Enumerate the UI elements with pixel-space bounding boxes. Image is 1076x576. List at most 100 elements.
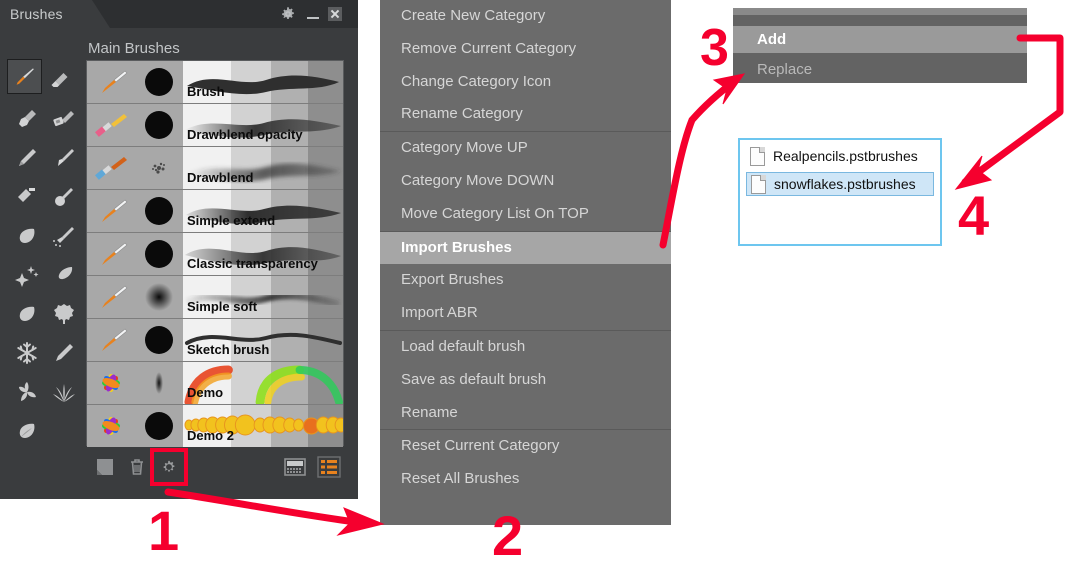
menu-item-save-as-default-brush[interactable]: Save as default brush bbox=[380, 364, 671, 397]
brush-row[interactable]: Demo 2 bbox=[87, 405, 343, 447]
file-list-item-selected[interactable]: snowflakes.pstbrushes bbox=[746, 172, 934, 196]
tool-eraser-icon[interactable] bbox=[41, 60, 78, 99]
menu-item-rename[interactable]: Rename bbox=[380, 397, 671, 430]
brush-icon-flat-brush-2 bbox=[87, 147, 135, 189]
menu-item-rename-category[interactable]: Rename Category bbox=[380, 98, 671, 131]
brush-tip-preview bbox=[135, 190, 183, 232]
tool-round-dab-icon[interactable] bbox=[45, 177, 82, 216]
brush-row[interactable]: Demo bbox=[87, 362, 343, 405]
tool-pencil-2-icon[interactable] bbox=[45, 333, 82, 372]
tool-feather-brush-icon[interactable] bbox=[45, 255, 82, 294]
brush-tip-preview bbox=[135, 319, 183, 361]
tool-paintbrush-icon[interactable] bbox=[7, 59, 42, 94]
titlebar-gear-icon[interactable] bbox=[280, 6, 296, 22]
tool-flat-brush-icon[interactable] bbox=[45, 99, 82, 138]
brush-name: Classic transparency bbox=[187, 256, 318, 271]
brush-tip-preview bbox=[135, 233, 183, 275]
brush-row[interactable]: Simple soft bbox=[87, 276, 343, 319]
brush-tip-preview bbox=[135, 362, 183, 404]
brush-tip-preview bbox=[135, 147, 183, 189]
menu-item-category-move-up[interactable]: Category Move UP bbox=[380, 132, 671, 165]
annotation-number-2: 2 bbox=[492, 504, 524, 567]
brush-name: Simple soft bbox=[187, 299, 258, 314]
brush-row[interactable]: Sketch brush bbox=[87, 319, 343, 362]
brush-tip-preview bbox=[135, 405, 183, 447]
tool-fan-brush-icon[interactable] bbox=[8, 99, 45, 138]
document-icon bbox=[750, 146, 765, 166]
brush-icon-paintbrush bbox=[87, 276, 135, 318]
tool-spray-can-icon[interactable] bbox=[45, 216, 82, 255]
menu-item-reset-current-category[interactable]: Reset Current Category bbox=[380, 430, 671, 463]
brush-icon-paintbrush bbox=[87, 190, 135, 232]
tool-empty-slot bbox=[45, 411, 82, 450]
tool-tree-icon[interactable] bbox=[45, 294, 82, 333]
menu-item-reset-all-brushes[interactable]: Reset All Brushes bbox=[380, 463, 671, 496]
tool-pen-nib-icon[interactable] bbox=[45, 138, 82, 177]
brush-tip-preview bbox=[135, 276, 183, 318]
brush-tip-preview bbox=[135, 104, 183, 146]
tool-paint-roller-icon[interactable] bbox=[8, 177, 45, 216]
annotation-number-4: 4 bbox=[958, 184, 990, 247]
menu-item-export-brushes[interactable]: Export Brushes bbox=[380, 264, 671, 297]
titlebar-minimize-icon[interactable] bbox=[305, 6, 321, 22]
brush-icon-paintbrush bbox=[87, 319, 135, 361]
brush-name: Simple extend bbox=[187, 213, 276, 228]
trash-icon[interactable] bbox=[122, 452, 152, 482]
annotation-number-3: 3 bbox=[700, 19, 729, 77]
annotation-arrow-3 bbox=[659, 73, 746, 249]
brush-row[interactable]: Drawblend opacity bbox=[87, 104, 343, 147]
main-brushes-label: Main Brushes bbox=[88, 40, 180, 57]
brush-row[interactable]: Drawblend bbox=[87, 147, 343, 190]
gear-highlight-box bbox=[150, 448, 188, 486]
brush-name: Demo 2 bbox=[187, 428, 234, 443]
grid-view-icon[interactable] bbox=[280, 452, 310, 482]
brush-icon-color-star bbox=[87, 362, 135, 404]
submenu-title-strip bbox=[733, 8, 1027, 15]
titlebar-close-icon[interactable] bbox=[327, 6, 343, 22]
submenu-item-replace[interactable]: Replace bbox=[733, 56, 1027, 83]
menu-item-move-category-list-on-top[interactable]: Move Category List On TOP bbox=[380, 198, 671, 231]
annotation-number-1: 1 bbox=[148, 499, 180, 562]
brush-name: Brush bbox=[187, 84, 225, 99]
tool-snowflake-icon[interactable] bbox=[8, 333, 45, 372]
duplicate-icon[interactable] bbox=[90, 452, 120, 482]
tool-icon-column bbox=[7, 59, 82, 450]
tool-leaf-2-icon[interactable] bbox=[8, 294, 45, 333]
add-replace-submenu[interactable]: Add Replace bbox=[733, 8, 1027, 83]
file-dialog[interactable]: Realpencils.pstbrushes snowflakes.pstbru… bbox=[738, 138, 942, 246]
file-name: snowflakes.pstbrushes bbox=[774, 176, 916, 192]
menu-item-create-new-category[interactable]: Create New Category bbox=[380, 0, 671, 33]
panel-titlebar: Brushes bbox=[0, 0, 358, 28]
panel-bottom-toolbar bbox=[86, 448, 344, 488]
tool-leaf-icon[interactable] bbox=[8, 216, 45, 255]
panel-tab-label: Brushes bbox=[10, 6, 63, 22]
menu-item-remove-current-category[interactable]: Remove Current Category bbox=[380, 33, 671, 66]
tool-stars-icon[interactable] bbox=[8, 255, 45, 294]
brush-icon-paintbrush bbox=[87, 233, 135, 275]
panel-tab-slant bbox=[92, 0, 110, 28]
brush-name: Demo bbox=[187, 385, 224, 400]
tool-grass-icon[interactable] bbox=[45, 372, 82, 411]
brush-name: Sketch brush bbox=[187, 342, 270, 357]
menu-item-category-move-down[interactable]: Category Move DOWN bbox=[380, 165, 671, 198]
brush-list[interactable]: Brush Drawblend opacity Drawblend Simple… bbox=[86, 60, 344, 447]
list-view-icon[interactable] bbox=[314, 452, 344, 482]
brush-icon-paintbrush bbox=[87, 61, 135, 103]
brush-row[interactable]: Simple extend bbox=[87, 190, 343, 233]
menu-item-change-category-icon[interactable]: Change Category Icon bbox=[380, 66, 671, 99]
tool-pencil-icon[interactable] bbox=[8, 138, 45, 177]
brush-row[interactable]: Classic transparency bbox=[87, 233, 343, 276]
tool-leaf-3-icon[interactable] bbox=[8, 411, 45, 450]
menu-item-import-abr[interactable]: Import ABR bbox=[380, 297, 671, 330]
panel-tab-brushes[interactable]: Brushes bbox=[0, 0, 92, 28]
brush-row[interactable]: Brush bbox=[87, 61, 343, 104]
context-menu[interactable]: Create New Category Remove Current Categ… bbox=[380, 0, 671, 525]
menu-item-import-brushes[interactable]: Import Brushes bbox=[380, 231, 671, 265]
file-list-item[interactable]: Realpencils.pstbrushes bbox=[746, 144, 934, 168]
brush-tip-preview bbox=[135, 61, 183, 103]
tool-trefoil-leaf-icon[interactable] bbox=[8, 372, 45, 411]
brushes-panel: Brushes Main Brushes Brush Drawblend opa… bbox=[0, 0, 358, 499]
submenu-item-add[interactable]: Add bbox=[733, 26, 1027, 53]
file-name: Realpencils.pstbrushes bbox=[773, 148, 918, 164]
menu-item-load-default-brush[interactable]: Load default brush bbox=[380, 331, 671, 364]
